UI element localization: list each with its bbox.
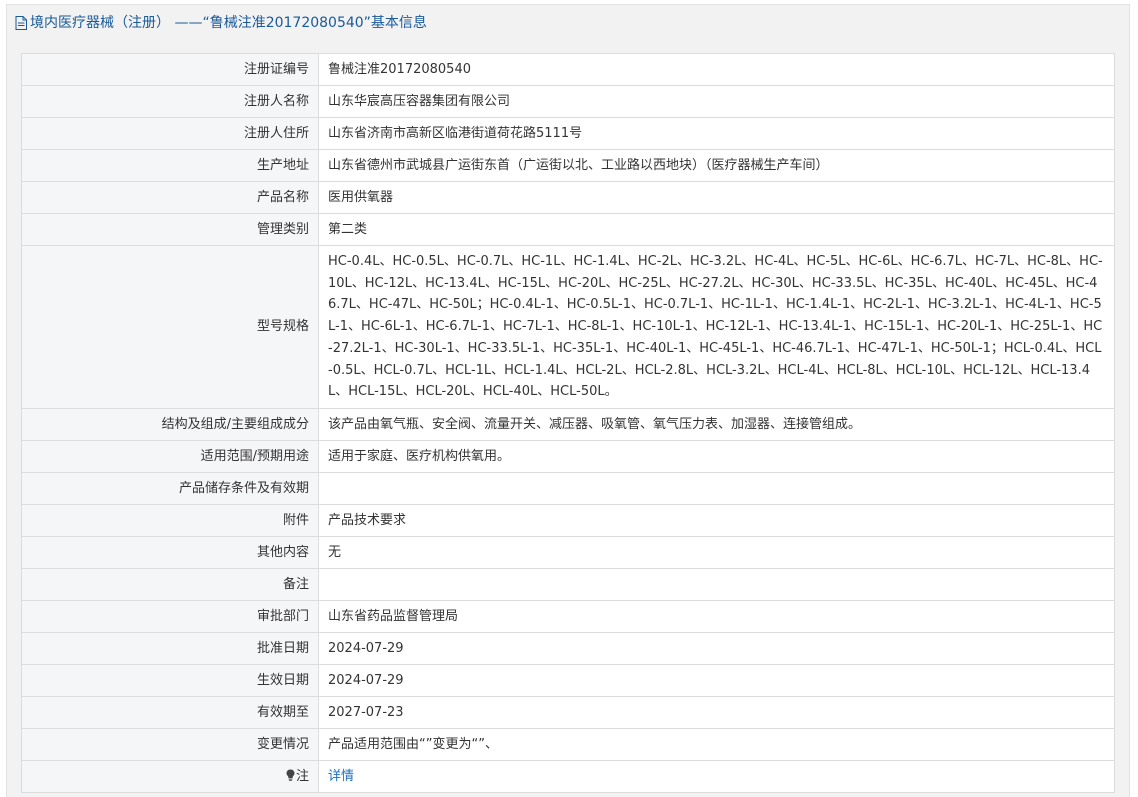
lightbulb-icon — [286, 769, 295, 781]
row-value: 山东省济南市高新区临港街道荷花路5111号 — [318, 117, 1115, 150]
table-row: 注册人住所 山东省济南市高新区临港街道荷花路5111号 — [21, 117, 1115, 150]
table-row: 产品名称 医用供氧器 — [21, 181, 1115, 214]
row-value: 产品技术要求 — [318, 503, 1115, 537]
row-label: 型号规格 — [21, 245, 319, 409]
info-panel: 境内医疗器械（注册） ——“鲁械注准20172080540”基本信息 注册证编号… — [6, 4, 1130, 797]
row-value — [318, 567, 1115, 601]
row-value: 无 — [318, 535, 1115, 569]
row-label: 注 — [295, 768, 309, 784]
row-label: 其他内容 — [21, 535, 319, 569]
row-value: 山东省德州市武城县广运街东首（广运街以北、工业路以西地块）（医疗器械生产车间） — [318, 149, 1115, 182]
row-label: 注册证编号 — [21, 53, 319, 86]
document-icon — [15, 16, 27, 30]
row-value: 第二类 — [318, 213, 1115, 246]
table-row: 产品储存条件及有效期 — [21, 471, 1115, 505]
row-value: 山东华宸高压容器集团有限公司 — [318, 85, 1115, 118]
table-row: 适用范围/预期用途 适用于家庭、医疗机构供氧用。 — [21, 439, 1115, 473]
panel-title-bar: 境内医疗器械（注册） ——“鲁械注准20172080540”基本信息 — [7, 5, 1129, 41]
row-label: 生效日期 — [21, 663, 319, 697]
table-row: 生效日期 2024-07-29 — [21, 663, 1115, 697]
row-label: 变更情况 — [21, 727, 319, 761]
model-spec-value: HC-0.4L、HC-0.5L、HC-0.7L、HC-1L、HC-1.4L、HC… — [318, 245, 1115, 409]
row-label: 附件 — [21, 503, 319, 537]
row-value: 该产品由氧气瓶、安全阀、流量开关、减压器、吸氧管、氧气压力表、加湿器、连接管组成… — [318, 407, 1115, 441]
row-label: 产品储存条件及有效期 — [21, 471, 319, 505]
row-value — [318, 471, 1115, 505]
table-row: 注册证编号 鲁械注准20172080540 — [21, 53, 1115, 86]
table-row: 变更情况 产品适用范围由“”变更为“”、 — [21, 727, 1115, 761]
details-link[interactable]: 详情 — [328, 769, 354, 784]
table-row: 管理类别 第二类 — [21, 213, 1115, 246]
row-label: 审批部门 — [21, 599, 319, 633]
table-row: 其他内容 无 — [21, 535, 1115, 569]
info-table: 注册证编号 鲁械注准20172080540 注册人名称 山东华宸高压容器集团有限… — [21, 53, 1115, 793]
row-label: 注册人住所 — [21, 117, 319, 150]
table-row: 注册人名称 山东华宸高压容器集团有限公司 — [21, 85, 1115, 118]
row-value: 鲁械注准20172080540 — [318, 53, 1115, 86]
table-row: 生产地址 山东省德州市武城县广运街东首（广运街以北、工业路以西地块）（医疗器械生… — [21, 149, 1115, 182]
table-row: 注 详情 — [21, 759, 1115, 793]
row-value: 山东省药品监督管理局 — [318, 599, 1115, 633]
row-label: 产品名称 — [21, 181, 319, 214]
row-value: 2024-07-29 — [318, 631, 1115, 665]
row-value: 产品适用范围由“”变更为“”、 — [318, 727, 1115, 761]
note-value-cell: 详情 — [318, 759, 1115, 793]
table-row: 结构及组成/主要组成成分 该产品由氧气瓶、安全阀、流量开关、减压器、吸氧管、氧气… — [21, 407, 1115, 441]
page-title: 境内医疗器械（注册） ——“鲁械注准20172080540”基本信息 — [30, 15, 427, 31]
row-label: 结构及组成/主要组成成分 — [21, 407, 319, 441]
row-label: 注册人名称 — [21, 85, 319, 118]
row-value: 适用于家庭、医疗机构供氧用。 — [318, 439, 1115, 473]
row-label: 备注 — [21, 567, 319, 601]
table-row: 型号规格 HC-0.4L、HC-0.5L、HC-0.7L、HC-1L、HC-1.… — [21, 245, 1115, 409]
row-label: 管理类别 — [21, 213, 319, 246]
note-label-cell: 注 — [21, 759, 319, 793]
table-row: 备注 — [21, 567, 1115, 601]
row-value: 2027-07-23 — [318, 695, 1115, 729]
row-label: 生产地址 — [21, 149, 319, 182]
row-label: 批准日期 — [21, 631, 319, 665]
row-value: 医用供氧器 — [318, 181, 1115, 214]
row-label: 适用范围/预期用途 — [21, 439, 319, 473]
table-row: 有效期至 2027-07-23 — [21, 695, 1115, 729]
table-row: 批准日期 2024-07-29 — [21, 631, 1115, 665]
table-row: 附件 产品技术要求 — [21, 503, 1115, 537]
row-value: 2024-07-29 — [318, 663, 1115, 697]
table-row: 审批部门 山东省药品监督管理局 — [21, 599, 1115, 633]
row-label: 有效期至 — [21, 695, 319, 729]
